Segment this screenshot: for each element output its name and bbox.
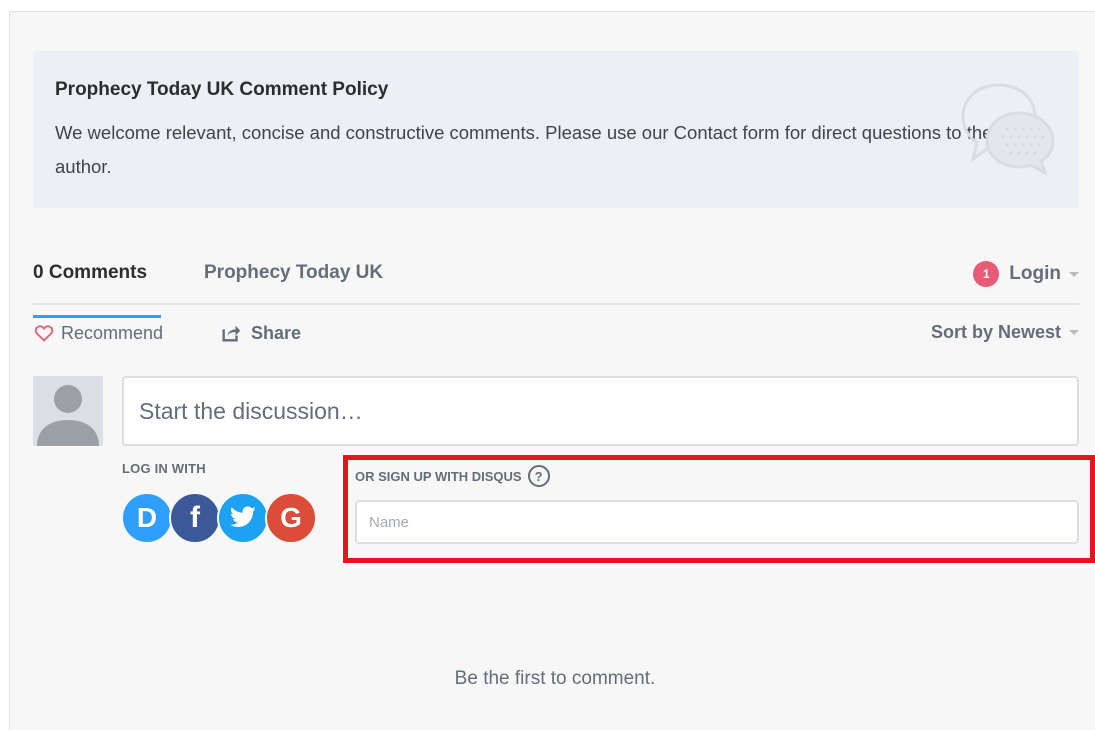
chevron-down-icon	[1069, 271, 1079, 277]
recommend-label: Recommend	[61, 322, 164, 343]
login-with-label: LOG IN WITH	[122, 461, 206, 476]
thread-tabs: 0 Comments Prophecy Today UK 1 Login	[33, 250, 1079, 318]
empty-state-message: Be the first to comment.	[454, 668, 656, 689]
policy-text: We welcome relevant, concise and constru…	[55, 122, 993, 177]
recommend-button[interactable]: Recommend	[33, 322, 163, 344]
tab-comments[interactable]: 0 Comments	[33, 262, 161, 318]
social-login-buttons: D f G	[121, 492, 317, 544]
sort-label: Sort by Newest	[930, 322, 1061, 342]
tab-forum[interactable]: Prophecy Today UK	[204, 262, 383, 284]
share-label: Share	[251, 322, 302, 343]
user-silhouette-icon	[37, 385, 99, 446]
google-login-button[interactable]: G	[265, 492, 317, 544]
login-label: Login	[1009, 263, 1061, 284]
twitter-login-button[interactable]	[217, 492, 269, 544]
comment-policy: Prophecy Today UK Comment Policy We welc…	[33, 51, 1079, 208]
thread-actions: Recommend Share Sort by Newest	[33, 322, 1079, 348]
highlight-annotation	[343, 455, 1095, 563]
google-icon: G	[280, 502, 302, 533]
facebook-icon: f	[190, 501, 200, 534]
facebook-login-button[interactable]: f	[169, 492, 221, 544]
disqus-icon: D	[136, 502, 158, 533]
share-icon	[222, 325, 241, 342]
policy-title: Prophecy Today UK Comment Policy	[55, 79, 389, 100]
heart-icon	[34, 325, 54, 342]
twitter-bird-icon	[230, 506, 256, 527]
comment-input[interactable]	[122, 376, 1079, 446]
disqus-login-button[interactable]: D	[121, 492, 173, 544]
login-menu[interactable]: 1 Login	[973, 261, 1079, 287]
sort-dropdown[interactable]: Sort by Newest	[931, 322, 1079, 343]
speech-bubbles-icon	[961, 83, 1055, 175]
avatar	[33, 376, 103, 446]
tab-comments-label: 0 Comments	[33, 262, 148, 283]
notification-badge: 1	[973, 261, 1000, 287]
share-button[interactable]: Share	[220, 322, 301, 344]
chevron-down-icon	[1069, 330, 1079, 335]
